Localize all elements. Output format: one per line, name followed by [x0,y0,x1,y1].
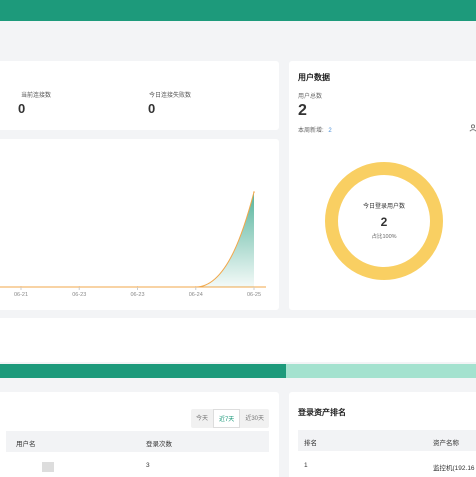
chart-point [253,191,255,193]
avatar [42,462,54,472]
login-trend-chart-card: 06-21 06-23 06-23 06-24 06-25 [0,139,279,310]
chart-tick-label: 06-25 [247,292,261,298]
login-trend-chart: 06-21 06-23 06-23 06-24 06-25 [0,191,266,298]
current-connections-label: 当前连接数 [21,93,52,99]
login-count-cell: 3 [146,462,150,469]
col-rank: 排名 [304,440,317,447]
weekly-new-text: 本周新增: [298,128,324,134]
donut-ratio: 占比100% [371,234,397,240]
progress-fill [0,364,286,378]
asset-table-header: 排名 资产名称 [298,430,476,451]
chart-series-line [21,191,255,288]
user-icon [469,124,476,132]
tab-today[interactable]: 今天 [191,409,213,428]
stats-card: 当前连接数 0 今日连接失败数 0 [0,61,279,130]
user-data-card: 用户数据 用户总数 2 本周新增: 2 今日登录用户数 2 占比100% [289,61,476,310]
current-connections-value: 0 [18,101,26,116]
today-failed-value: 0 [148,101,156,116]
today-login-donut: 今日登录用户数 2 占比100% [325,162,443,280]
asset-login-ranking-card: 登录资产排名 排名 资产名称 1 监控机(192.16 [289,392,476,477]
progress-bar [0,364,476,378]
user-data-title: 用户数据 [298,73,330,82]
weekly-new-value: 2 [328,128,332,134]
empty-banner-card [0,318,476,362]
chart-area [21,192,254,287]
chart-tick-label: 06-23 [130,292,144,298]
chart-tick-label: 06-21 [14,292,28,298]
tab-7-days[interactable]: 近7天 [212,409,241,428]
chart-tick-label: 06-23 [72,292,86,298]
table-header: 用户名 登录次数 [6,431,269,452]
col-username: 用户名 [16,441,36,448]
asset-ranking-title: 登录资产排名 [298,408,346,417]
chart-tick-label: 06-24 [189,292,203,298]
donut-value: 2 [380,215,388,229]
asset-name-cell: 监控机(192.16 [433,465,475,472]
weekly-new-label: 本周新增: 2 [298,125,332,134]
col-asset-name: 资产名称 [433,440,459,447]
col-login-count: 登录次数 [146,441,172,448]
user-total-value: 2 [298,102,307,119]
donut-label: 今日登录用户数 [362,204,405,210]
asset-rank-cell: 1 [304,462,308,469]
user-login-ranking-card: 今天 近7天 近30天 用户名 登录次数 3 [0,392,279,477]
user-total-label: 用户总数 [298,94,323,100]
top-bar [0,0,476,21]
today-failed-label: 今日连接失败数 [149,93,192,99]
time-range-tabs: 今天 近7天 近30天 [190,409,269,428]
tab-30-days[interactable]: 近30天 [240,409,269,428]
